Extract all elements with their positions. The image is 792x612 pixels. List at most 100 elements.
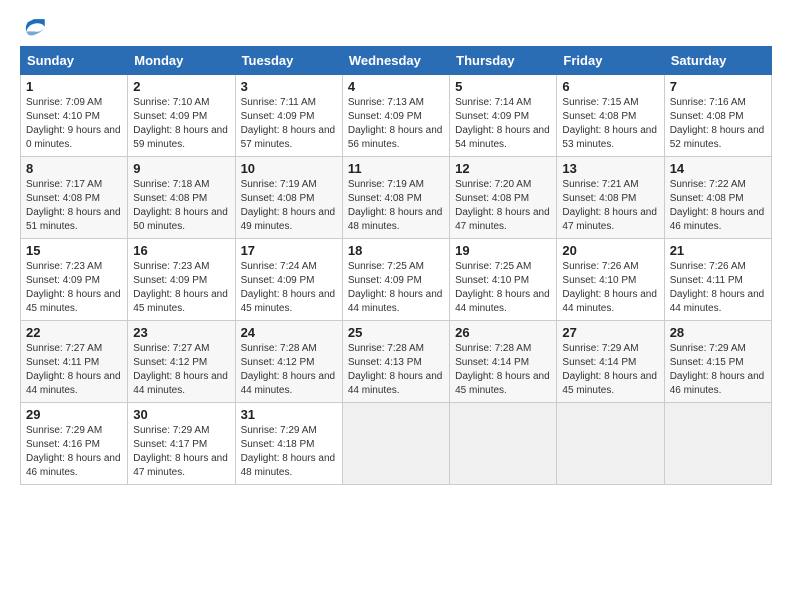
day-info: Sunrise: 7:22 AM Sunset: 4:08 PM Dayligh…: [670, 179, 765, 232]
calendar-cell: 10 Sunrise: 7:19 AM Sunset: 4:08 PM Dayl…: [235, 157, 342, 239]
calendar-cell: 2 Sunrise: 7:10 AM Sunset: 4:09 PM Dayli…: [128, 75, 235, 157]
calendar-cell: 30 Sunrise: 7:29 AM Sunset: 4:17 PM Dayl…: [128, 403, 235, 485]
calendar-cell: 27 Sunrise: 7:29 AM Sunset: 4:14 PM Dayl…: [557, 321, 664, 403]
calendar-cell: 15 Sunrise: 7:23 AM Sunset: 4:09 PM Dayl…: [21, 239, 128, 321]
page-header: [20, 16, 772, 36]
day-number: 29: [26, 407, 122, 422]
day-number: 31: [241, 407, 337, 422]
day-info: Sunrise: 7:23 AM Sunset: 4:09 PM Dayligh…: [133, 261, 228, 314]
day-number: 30: [133, 407, 229, 422]
calendar-cell: 9 Sunrise: 7:18 AM Sunset: 4:08 PM Dayli…: [128, 157, 235, 239]
day-number: 2: [133, 79, 229, 94]
day-number: 10: [241, 161, 337, 176]
weekday-header: Tuesday: [235, 47, 342, 75]
day-info: Sunrise: 7:13 AM Sunset: 4:09 PM Dayligh…: [348, 97, 443, 150]
calendar-cell: 24 Sunrise: 7:28 AM Sunset: 4:12 PM Dayl…: [235, 321, 342, 403]
day-info: Sunrise: 7:29 AM Sunset: 4:15 PM Dayligh…: [670, 343, 765, 396]
calendar-cell: 8 Sunrise: 7:17 AM Sunset: 4:08 PM Dayli…: [21, 157, 128, 239]
logo: [20, 16, 52, 36]
day-number: 1: [26, 79, 122, 94]
calendar-cell: 25 Sunrise: 7:28 AM Sunset: 4:13 PM Dayl…: [342, 321, 449, 403]
day-info: Sunrise: 7:28 AM Sunset: 4:13 PM Dayligh…: [348, 343, 443, 396]
calendar-cell: 11 Sunrise: 7:19 AM Sunset: 4:08 PM Dayl…: [342, 157, 449, 239]
day-number: 28: [670, 325, 766, 340]
day-number: 3: [241, 79, 337, 94]
calendar-cell: 6 Sunrise: 7:15 AM Sunset: 4:08 PM Dayli…: [557, 75, 664, 157]
day-info: Sunrise: 7:17 AM Sunset: 4:08 PM Dayligh…: [26, 179, 121, 232]
day-info: Sunrise: 7:11 AM Sunset: 4:09 PM Dayligh…: [241, 97, 336, 150]
day-number: 13: [562, 161, 658, 176]
day-number: 27: [562, 325, 658, 340]
day-info: Sunrise: 7:26 AM Sunset: 4:11 PM Dayligh…: [670, 261, 765, 314]
day-info: Sunrise: 7:26 AM Sunset: 4:10 PM Dayligh…: [562, 261, 657, 314]
day-number: 6: [562, 79, 658, 94]
weekday-header: Monday: [128, 47, 235, 75]
day-info: Sunrise: 7:16 AM Sunset: 4:08 PM Dayligh…: [670, 97, 765, 150]
day-number: 8: [26, 161, 122, 176]
calendar-cell: 21 Sunrise: 7:26 AM Sunset: 4:11 PM Dayl…: [664, 239, 771, 321]
day-info: Sunrise: 7:10 AM Sunset: 4:09 PM Dayligh…: [133, 97, 228, 150]
calendar-cell: 4 Sunrise: 7:13 AM Sunset: 4:09 PM Dayli…: [342, 75, 449, 157]
day-info: Sunrise: 7:24 AM Sunset: 4:09 PM Dayligh…: [241, 261, 336, 314]
day-info: Sunrise: 7:18 AM Sunset: 4:08 PM Dayligh…: [133, 179, 228, 232]
day-number: 19: [455, 243, 551, 258]
day-info: Sunrise: 7:28 AM Sunset: 4:14 PM Dayligh…: [455, 343, 550, 396]
day-number: 23: [133, 325, 229, 340]
day-number: 18: [348, 243, 444, 258]
calendar-cell: [664, 403, 771, 485]
day-info: Sunrise: 7:25 AM Sunset: 4:10 PM Dayligh…: [455, 261, 550, 314]
calendar-cell: 5 Sunrise: 7:14 AM Sunset: 4:09 PM Dayli…: [450, 75, 557, 157]
day-info: Sunrise: 7:28 AM Sunset: 4:12 PM Dayligh…: [241, 343, 336, 396]
weekday-header: Friday: [557, 47, 664, 75]
day-info: Sunrise: 7:25 AM Sunset: 4:09 PM Dayligh…: [348, 261, 443, 314]
calendar-cell: 14 Sunrise: 7:22 AM Sunset: 4:08 PM Dayl…: [664, 157, 771, 239]
logo-icon: [20, 16, 48, 36]
day-number: 15: [26, 243, 122, 258]
weekday-header: Sunday: [21, 47, 128, 75]
calendar-cell: 18 Sunrise: 7:25 AM Sunset: 4:09 PM Dayl…: [342, 239, 449, 321]
day-number: 22: [26, 325, 122, 340]
calendar-cell: [342, 403, 449, 485]
calendar-cell: 13 Sunrise: 7:21 AM Sunset: 4:08 PM Dayl…: [557, 157, 664, 239]
day-info: Sunrise: 7:29 AM Sunset: 4:18 PM Dayligh…: [241, 425, 336, 478]
calendar-cell: 29 Sunrise: 7:29 AM Sunset: 4:16 PM Dayl…: [21, 403, 128, 485]
calendar-cell: 16 Sunrise: 7:23 AM Sunset: 4:09 PM Dayl…: [128, 239, 235, 321]
day-number: 24: [241, 325, 337, 340]
day-info: Sunrise: 7:09 AM Sunset: 4:10 PM Dayligh…: [26, 97, 121, 150]
day-number: 11: [348, 161, 444, 176]
calendar-cell: 20 Sunrise: 7:26 AM Sunset: 4:10 PM Dayl…: [557, 239, 664, 321]
calendar-cell: 26 Sunrise: 7:28 AM Sunset: 4:14 PM Dayl…: [450, 321, 557, 403]
day-info: Sunrise: 7:15 AM Sunset: 4:08 PM Dayligh…: [562, 97, 657, 150]
weekday-header: Wednesday: [342, 47, 449, 75]
day-info: Sunrise: 7:29 AM Sunset: 4:14 PM Dayligh…: [562, 343, 657, 396]
day-info: Sunrise: 7:19 AM Sunset: 4:08 PM Dayligh…: [241, 179, 336, 232]
day-number: 16: [133, 243, 229, 258]
day-number: 20: [562, 243, 658, 258]
day-info: Sunrise: 7:20 AM Sunset: 4:08 PM Dayligh…: [455, 179, 550, 232]
day-number: 5: [455, 79, 551, 94]
weekday-header: Saturday: [664, 47, 771, 75]
calendar-cell: [557, 403, 664, 485]
calendar-cell: 3 Sunrise: 7:11 AM Sunset: 4:09 PM Dayli…: [235, 75, 342, 157]
day-number: 21: [670, 243, 766, 258]
day-info: Sunrise: 7:27 AM Sunset: 4:12 PM Dayligh…: [133, 343, 228, 396]
calendar-cell: 12 Sunrise: 7:20 AM Sunset: 4:08 PM Dayl…: [450, 157, 557, 239]
calendar-cell: 28 Sunrise: 7:29 AM Sunset: 4:15 PM Dayl…: [664, 321, 771, 403]
day-number: 12: [455, 161, 551, 176]
day-info: Sunrise: 7:29 AM Sunset: 4:17 PM Dayligh…: [133, 425, 228, 478]
day-info: Sunrise: 7:23 AM Sunset: 4:09 PM Dayligh…: [26, 261, 121, 314]
calendar-cell: [450, 403, 557, 485]
day-info: Sunrise: 7:27 AM Sunset: 4:11 PM Dayligh…: [26, 343, 121, 396]
day-info: Sunrise: 7:19 AM Sunset: 4:08 PM Dayligh…: [348, 179, 443, 232]
calendar-cell: 19 Sunrise: 7:25 AM Sunset: 4:10 PM Dayl…: [450, 239, 557, 321]
day-info: Sunrise: 7:21 AM Sunset: 4:08 PM Dayligh…: [562, 179, 657, 232]
day-info: Sunrise: 7:14 AM Sunset: 4:09 PM Dayligh…: [455, 97, 550, 150]
day-number: 26: [455, 325, 551, 340]
calendar-cell: 31 Sunrise: 7:29 AM Sunset: 4:18 PM Dayl…: [235, 403, 342, 485]
day-number: 17: [241, 243, 337, 258]
calendar-cell: 17 Sunrise: 7:24 AM Sunset: 4:09 PM Dayl…: [235, 239, 342, 321]
day-number: 14: [670, 161, 766, 176]
calendar-table: SundayMondayTuesdayWednesdayThursdayFrid…: [20, 46, 772, 485]
day-number: 7: [670, 79, 766, 94]
calendar-body: 1 Sunrise: 7:09 AM Sunset: 4:10 PM Dayli…: [21, 75, 772, 485]
